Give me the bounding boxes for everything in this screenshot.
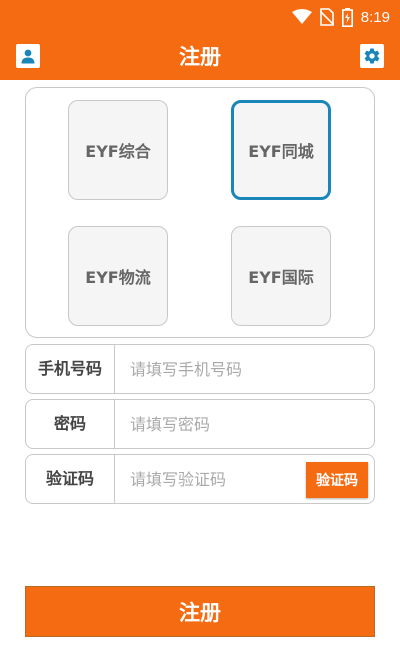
- service-tile-eyf-general[interactable]: EYF综合: [68, 100, 168, 200]
- status-time: 8:19: [360, 8, 390, 26]
- page-title: 注册: [179, 45, 221, 69]
- gear-icon: [364, 48, 380, 64]
- get-code-button[interactable]: 验证码: [306, 462, 368, 498]
- service-tile-eyf-local[interactable]: EYF同城: [231, 100, 331, 200]
- password-row: 密码: [25, 399, 375, 449]
- code-row: 验证码 验证码: [25, 454, 375, 504]
- service-label: EYF物流: [85, 268, 151, 287]
- phone-row: 手机号码: [25, 344, 375, 394]
- service-label: EYF同城: [248, 142, 314, 161]
- code-input[interactable]: [116, 456, 301, 502]
- status-bar: 8:19: [0, 0, 400, 34]
- status-icons: 8:19: [291, 6, 390, 28]
- no-sim-icon: [319, 8, 334, 26]
- service-label: EYF综合: [85, 142, 151, 161]
- code-label: 验证码: [26, 455, 115, 503]
- service-label: EYF国际: [248, 268, 314, 287]
- phone-label: 手机号码: [26, 345, 115, 393]
- password-input[interactable]: [116, 401, 371, 447]
- battery-charging-icon: [341, 7, 353, 27]
- wifi-icon: [291, 9, 312, 24]
- settings-button[interactable]: [360, 44, 384, 68]
- register-button[interactable]: 注册: [25, 586, 375, 637]
- app-bar: 注册: [0, 34, 400, 80]
- user-button[interactable]: [16, 44, 40, 68]
- user-icon: [21, 49, 35, 64]
- service-tile-eyf-logistics[interactable]: EYF物流: [68, 226, 168, 326]
- phone-input[interactable]: [116, 346, 371, 392]
- service-grid: EYF综合 EYF同城 EYF物流 EYF国际: [25, 87, 375, 338]
- service-tile-eyf-international[interactable]: EYF国际: [231, 226, 331, 326]
- password-label: 密码: [26, 400, 115, 448]
